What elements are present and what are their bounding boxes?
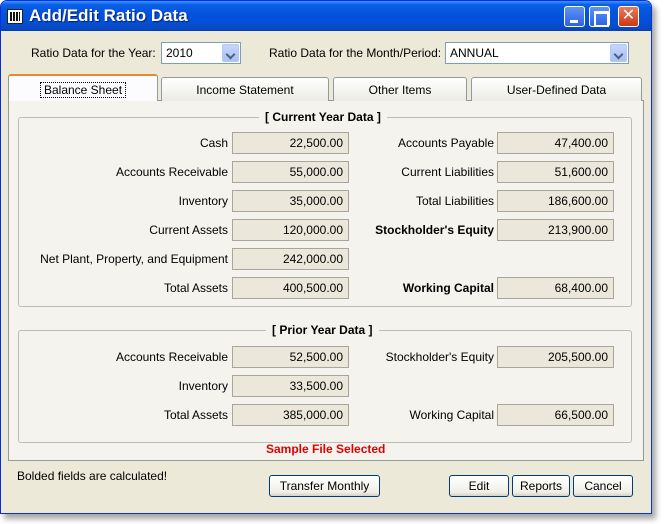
prior-working-capital-field[interactable]: 66,500.00 (497, 404, 614, 426)
prior-year-title: [ Prior Year Data ] (266, 323, 379, 337)
transfer-monthly-button[interactable]: Transfer Monthly (269, 475, 380, 497)
current-year-title: [ Current Year Data ] (259, 110, 387, 124)
close-icon: ✕ (621, 7, 636, 24)
current-liabilities-field[interactable]: 51,600.00 (497, 161, 614, 183)
maximize-button[interactable] (589, 6, 610, 27)
title-bar[interactable]: Add/Edit Ratio Data ✕ (1, 1, 651, 31)
prior-stockholders-equity-label: Stockholder's Equity (385, 350, 494, 364)
prior-inventory-field[interactable]: 33,500.00 (232, 375, 349, 397)
window-title: Add/Edit Ratio Data (29, 6, 188, 25)
prior-accounts-receivable-label: Accounts Receivable (115, 350, 228, 364)
year-select[interactable]: 2010 (161, 42, 241, 64)
tab-income-statement[interactable]: Income Statement (161, 77, 329, 101)
prior-inventory-label: Inventory (178, 379, 228, 393)
period-label: Ratio Data for the Month/Period: (269, 46, 442, 60)
working-capital-label: Working Capital (402, 281, 494, 295)
prior-working-capital-label: Working Capital (409, 408, 494, 422)
tab-other-items[interactable]: Other Items (333, 77, 467, 101)
edit-button[interactable]: Edit (449, 475, 509, 497)
tab-balance-sheet[interactable]: Balance Sheet (8, 74, 158, 101)
tab-user-defined-data[interactable]: User-Defined Data (471, 77, 642, 101)
inventory-label: Inventory (178, 194, 228, 208)
cash-label: Cash (199, 136, 228, 150)
sample-file-status: Sample File Selected (266, 442, 386, 456)
cancel-button[interactable]: Cancel (573, 475, 633, 497)
reports-button[interactable]: Reports (512, 475, 570, 497)
year-select-value: 2010 (166, 46, 193, 60)
accounts-receivable-label: Accounts Receivable (115, 165, 228, 179)
add-edit-ratio-window: Add/Edit Ratio Data ✕ Ratio Data for the… (0, 0, 652, 514)
working-capital-field[interactable]: 68,400.00 (497, 277, 614, 299)
net-plant-field[interactable]: 242,000.00 (232, 248, 349, 270)
chevron-down-icon[interactable] (222, 44, 239, 62)
chart-app-icon (7, 9, 23, 24)
minimize-button[interactable] (564, 6, 585, 27)
accounts-payable-field[interactable]: 47,400.00 (497, 132, 614, 154)
current-liabilities-label: Current Liabilities (401, 165, 494, 179)
net-plant-label: Net Plant, Property, and Equipment (40, 252, 228, 266)
chevron-down-icon[interactable] (610, 44, 627, 62)
period-select-value: ANNUAL (450, 46, 499, 60)
stockholders-equity-field[interactable]: 213,900.00 (497, 219, 614, 241)
total-liabilities-label: Total Liabilities (415, 194, 494, 208)
bolded-fields-note: Bolded fields are calculated! (17, 469, 168, 483)
total-assets-label: Total Assets (163, 281, 228, 295)
stockholders-equity-label: Stockholder's Equity (375, 223, 494, 237)
close-button[interactable]: ✕ (618, 6, 639, 27)
current-assets-label: Current Assets (149, 223, 228, 237)
year-label: Ratio Data for the Year: (31, 46, 156, 60)
prior-stockholders-equity-field[interactable]: 205,500.00 (497, 346, 614, 368)
prior-total-assets-label: Total Assets (163, 408, 228, 422)
total-liabilities-field[interactable]: 186,600.00 (497, 190, 614, 212)
period-select[interactable]: ANNUAL (445, 42, 629, 64)
accounts-payable-label: Accounts Payable (397, 136, 494, 150)
